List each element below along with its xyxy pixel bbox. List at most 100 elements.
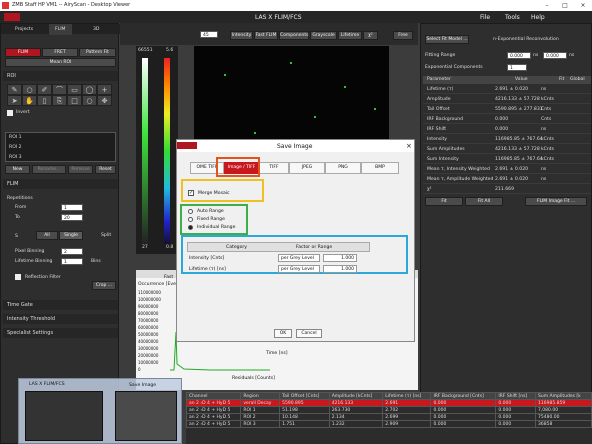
tab-jpeg[interactable]: JPEG	[289, 162, 325, 174]
tab-3d[interactable]: 3D	[93, 27, 99, 32]
fixed-range-radio[interactable]	[188, 217, 193, 222]
maximize-icon[interactable]: □	[556, 1, 574, 10]
range-to-input[interactable]: 0.000	[543, 52, 567, 59]
components-view-button[interactable]: Components	[279, 31, 309, 40]
from-input[interactable]: 1	[61, 204, 83, 211]
reset-roi-button[interactable]: Reset	[95, 165, 116, 174]
flim-image-fit-button[interactable]: FLIM Image Fit ...	[525, 197, 587, 206]
ellipse-icon[interactable]: ◯	[82, 84, 97, 95]
param-row[interactable]: Tail Offset 5590.895 ± 277.831 Cnts	[423, 105, 591, 114]
all-button[interactable]: All	[36, 231, 58, 240]
pixel-binning-input[interactable]: 2	[61, 248, 83, 255]
tab-bmp[interactable]: BMP	[361, 162, 399, 174]
tab-flim[interactable]: FLIM	[49, 24, 72, 35]
rename-roi-button[interactable]: Rename...	[32, 165, 66, 174]
individual-range-radio[interactable]	[188, 225, 193, 230]
free-view-button[interactable]: Free	[393, 31, 413, 40]
brush-icon[interactable]: ✎	[7, 84, 22, 95]
intensity-view-button[interactable]: Intensity	[230, 31, 253, 40]
tab-png[interactable]: PNG	[325, 162, 361, 174]
menu-help[interactable]: Help	[531, 14, 545, 21]
param-row[interactable]: IRF Shift 0.000 ns	[423, 125, 591, 134]
taskbar-thumb-lasx[interactable]	[25, 391, 103, 441]
reflection-filter-checkbox[interactable]	[15, 274, 21, 280]
flim-section-header[interactable]: FLIM	[3, 179, 118, 189]
column-header[interactable]: IRF Background [Cnts]	[430, 392, 497, 400]
dialog-close-icon[interactable]: ×	[406, 142, 412, 150]
fret-mode-button[interactable]: FRET	[42, 48, 78, 57]
param-row[interactable]: Lifetime (τ) 2.691 ± 0.020 ns	[423, 85, 591, 94]
arrow-icon[interactable]: ➤	[7, 95, 22, 106]
column-header[interactable]: IRF Shift [ns]	[495, 392, 537, 400]
minimize-icon[interactable]: –	[538, 1, 556, 10]
polyline-icon[interactable]: ⌒	[52, 84, 67, 95]
lifetime-factor-input[interactable]: 1.000	[323, 265, 357, 273]
move-icon[interactable]: ✥	[97, 95, 112, 106]
param-row[interactable]: Sum Intensity 116985.85 ± 767.64 kCnts	[423, 155, 591, 164]
range-from-input[interactable]: 0.000	[507, 52, 531, 59]
pattern-fit-button[interactable]: Pattern Fit	[79, 48, 116, 57]
trash-icon[interactable]: ▯	[37, 95, 52, 106]
param-row[interactable]: Mean τ, Intensity Weighted 2.691 ± 0.020…	[423, 165, 591, 174]
new-roi-button[interactable]: New	[5, 165, 30, 174]
specialist-settings-section[interactable]: Specialist Settings	[3, 328, 118, 338]
intensity-threshold-section[interactable]: Intensity Threshold	[3, 314, 118, 324]
taskbar-item-lasx[interactable]: LAS X FLIM/FCS	[29, 382, 65, 387]
rectangle-icon[interactable]: ▭	[67, 84, 82, 95]
table-row[interactable]: an 2 ›D 4 + HyD 5 verall Decay 5590.895 421…	[185, 399, 592, 407]
circle-icon[interactable]: ○	[82, 95, 97, 106]
crop-button[interactable]: Crop ...	[92, 281, 116, 290]
chi-square-view-button[interactable]: χ²	[363, 31, 378, 40]
add-icon[interactable]: +	[97, 84, 112, 95]
lifetime-colorbar[interactable]	[164, 58, 170, 244]
list-item[interactable]: ROI 3	[9, 155, 22, 160]
column-header[interactable]: Channel	[185, 392, 242, 400]
ok-button[interactable]: OK	[274, 329, 292, 338]
lifetime-mode-select[interactable]: per Grey Level	[278, 265, 320, 273]
param-row[interactable]: IRF Background 0.000 Cnts	[423, 115, 591, 124]
exp-components-input[interactable]: 1	[507, 64, 527, 71]
fast-flim-view-button[interactable]: Fast FLIM	[254, 31, 278, 40]
param-row[interactable]: Amplitude 4216.133 ± 57.728 kCnts	[423, 95, 591, 104]
param-row[interactable]: Sum Amplitudes 4216.133 ± 57.728 kCnts	[423, 145, 591, 154]
menu-tools[interactable]: Tools	[505, 14, 520, 21]
auto-range-radio[interactable]	[188, 209, 193, 214]
single-button[interactable]: Single	[59, 231, 83, 240]
list-item[interactable]: ROI 2	[9, 145, 22, 150]
taskbar-item-save-image[interactable]: Save Image	[129, 383, 156, 388]
intensity-colorbar[interactable]	[142, 58, 148, 244]
lasso-icon[interactable]: ○	[22, 84, 37, 95]
copy-icon[interactable]: ⎘	[52, 95, 67, 106]
pencil-icon[interactable]: ✐	[37, 84, 52, 95]
square-icon[interactable]: □	[67, 95, 82, 106]
column-header[interactable]: Sum Amplitudes [k	[535, 392, 592, 400]
param-row[interactable]: χ² 211.669	[423, 185, 591, 194]
intensity-mode-select[interactable]: per Grey Level	[278, 254, 320, 262]
lifetime-view-button[interactable]: Lifetime	[338, 31, 362, 40]
cancel-button[interactable]: Cancel	[296, 329, 322, 338]
time-gate-section[interactable]: Time Gate	[3, 300, 118, 310]
tab-tiff[interactable]: TIFF	[259, 162, 289, 174]
merge-mosaic-checkbox[interactable]: ✓	[188, 190, 194, 196]
fit-all-button[interactable]: Fit All	[465, 197, 503, 206]
column-header[interactable]: Tail Offset [Cnts]	[279, 392, 330, 400]
list-item[interactable]: ROI 1	[9, 135, 22, 140]
table-row[interactable]: an 2 ›D 4 + HyD 5 ROI 1 51.198 263.730 2.702…	[185, 406, 592, 414]
remove-roi-button[interactable]: Remove	[68, 165, 93, 174]
close-icon[interactable]: ×	[574, 1, 592, 10]
invert-checkbox[interactable]	[7, 110, 13, 116]
roi-section-header[interactable]: ROI	[3, 71, 118, 81]
select-fit-model-button[interactable]: Select Fit Model ...	[425, 35, 469, 44]
menu-file[interactable]: File	[480, 14, 490, 21]
to-input[interactable]: 20	[61, 214, 83, 221]
param-row[interactable]: Intensity 116985.85 ± 767.64 kCnts	[423, 135, 591, 144]
taskbar-thumb-save-image[interactable]	[115, 391, 177, 441]
column-header[interactable]: Lifetime (τ) [ns]	[382, 392, 432, 400]
intensity-factor-input[interactable]: 1.000	[323, 254, 357, 262]
table-row[interactable]: an 2 ›D 4 + HyD 5 ROI 2 10.148 2.134 2.699 0.…	[185, 413, 592, 421]
column-header[interactable]: Amplitude [kCnts]	[328, 392, 384, 400]
param-row[interactable]: Mean τ, Amplitude Weighted 2.691 ± 0.020…	[423, 175, 591, 184]
column-header[interactable]: Region	[240, 392, 281, 400]
grayscale-view-button[interactable]: Grayscale	[310, 31, 337, 40]
mean-roi-button[interactable]: Mean ROI	[5, 58, 116, 67]
